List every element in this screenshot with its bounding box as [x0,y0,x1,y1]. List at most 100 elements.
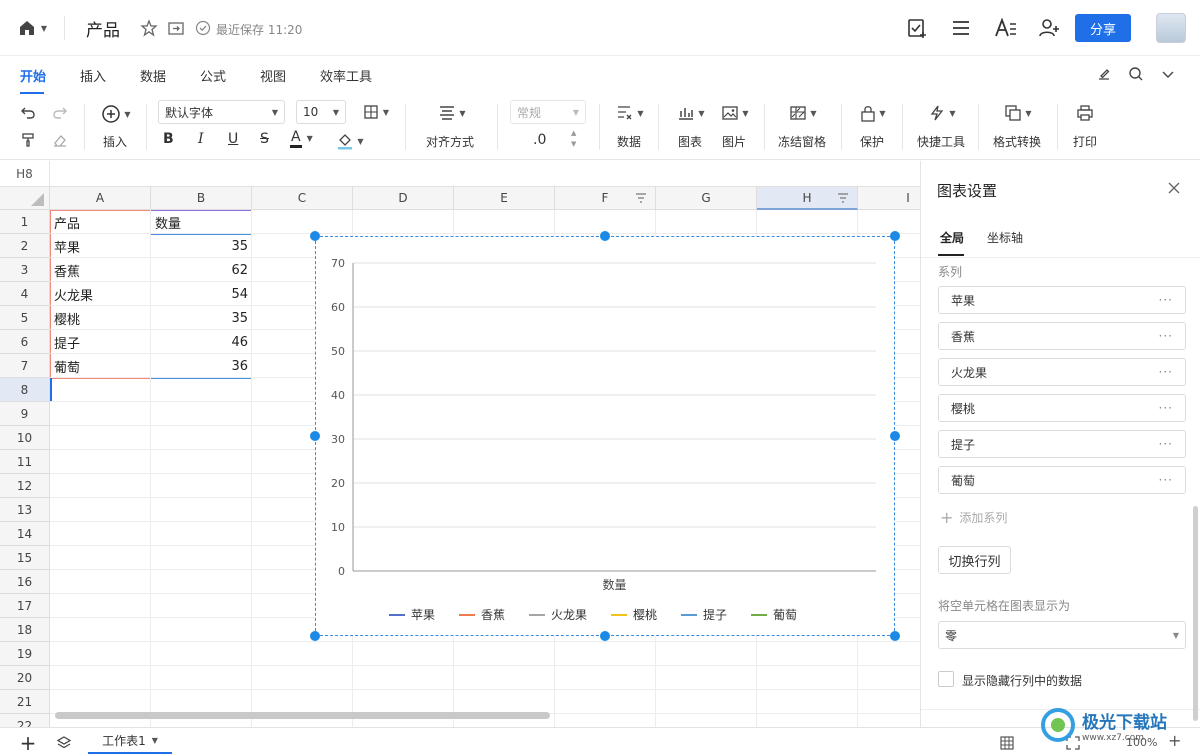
search-icon[interactable] [1126,64,1146,84]
strikethrough-button[interactable]: S [260,131,269,147]
add-collaborator-icon[interactable] [1036,16,1062,40]
row-header-12[interactable]: 12 [0,474,50,498]
series-item[interactable]: 樱桃 ··· [938,394,1186,422]
tab-global[interactable]: 全局 [940,229,964,246]
more-icon[interactable]: ··· [1159,437,1173,451]
format-convert-dropdown[interactable]: ▼ [1000,103,1036,123]
protect-dropdown[interactable]: ▼ [856,103,890,123]
column-header-h[interactable]: H [757,187,858,210]
font-family-select[interactable]: 默认字体 ▼ [158,100,285,124]
data-dropdown[interactable]: ▼ [614,103,646,123]
italic-button[interactable]: I [198,131,204,147]
select-all-corner[interactable] [0,187,50,210]
resize-handle-top[interactable] [600,231,610,241]
grid-view-icon[interactable] [998,735,1016,751]
cell-a5[interactable]: 樱桃 [50,306,151,330]
tab-efficiency-tools[interactable]: 效率工具 [320,66,372,85]
underline-button[interactable]: U [228,131,238,147]
row-header-16[interactable]: 16 [0,570,50,594]
resize-handle-top-right[interactable] [890,231,900,241]
row-header-10[interactable]: 10 [0,426,50,450]
resize-handle-bottom-right[interactable] [890,631,900,641]
column-filter-icon[interactable] [837,192,849,207]
row-header-8[interactable]: 8 [0,378,50,402]
row-header-7[interactable]: 7 [0,354,50,378]
row-header-6[interactable]: 6 [0,330,50,354]
panel-scrollbar[interactable] [1193,506,1198,721]
chart-container[interactable]: 0 10 20 30 40 50 60 70 数量 苹果 香蕉 火龙果 樱桃 提子 葡萄 [315,236,895,636]
redo-icon[interactable] [50,104,70,122]
empty-cells-select[interactable]: 零 ▼ [938,621,1186,649]
column-header-i[interactable]: I [858,187,920,210]
task-add-icon[interactable] [904,16,930,40]
eraser-icon[interactable] [50,131,70,149]
row-header-21[interactable]: 21 [0,690,50,714]
cell-b2[interactable]: 35 [151,234,252,258]
chart-dropdown[interactable]: ▼ [674,103,708,123]
switch-row-column-button[interactable]: 切换行列 [938,546,1011,574]
row-header-4[interactable]: 4 [0,282,50,306]
cell-b1[interactable]: 数量 [151,210,252,234]
resize-handle-left[interactable] [310,431,320,441]
collapse-chevron-icon[interactable] [1158,64,1178,84]
tab-formula[interactable]: 公式 [200,66,226,85]
avatar[interactable] [1156,13,1186,43]
show-hidden-checkbox[interactable] [938,671,954,687]
row-header-20[interactable]: 20 [0,666,50,690]
cell-a1[interactable]: 产品 [50,210,151,234]
more-icon[interactable]: ··· [1159,365,1173,379]
tab-axis[interactable]: 坐标轴 [987,229,1023,246]
share-button[interactable]: 分享 [1075,14,1131,42]
image-dropdown[interactable]: ▼ [718,103,752,123]
column-header-a[interactable]: A [50,187,151,210]
more-icon[interactable]: ··· [1159,401,1173,415]
resize-handle-top-left[interactable] [310,231,320,241]
sheet-layers-icon[interactable] [54,734,74,752]
font-size-select[interactable]: 10 ▼ [296,100,346,124]
row-header-17[interactable]: 17 [0,594,50,618]
star-icon[interactable] [139,18,159,38]
series-item[interactable]: 香蕉 ··· [938,322,1186,350]
formula-bar[interactable] [0,161,920,187]
series-item[interactable]: 火龙果 ··· [938,358,1186,386]
cell-a6[interactable]: 提子 [50,330,151,354]
doc-title[interactable]: 产品 [86,16,120,41]
cell-b3[interactable]: 62 [151,258,252,282]
freeze-dropdown[interactable]: ▼ [786,103,820,123]
row-header-2[interactable]: 2 [0,234,50,258]
add-series-button[interactable]: + 添加系列 [940,508,1007,527]
cell-a7[interactable]: 葡萄 [50,354,151,378]
decimal-stepper[interactable]: ▲ ▼ [571,128,576,150]
column-header-b[interactable]: B [151,187,252,210]
resize-handle-right[interactable] [890,431,900,441]
row-header-11[interactable]: 11 [0,450,50,474]
series-item[interactable]: 葡萄 ··· [938,466,1186,494]
close-icon[interactable] [1165,179,1183,197]
resize-handle-bottom[interactable] [600,631,610,641]
brush-icon[interactable] [1094,64,1114,84]
cell-a2[interactable]: 苹果 [50,234,151,258]
sheet-tab[interactable]: 工作表1 ▼ [88,728,172,754]
border-dropdown[interactable]: ▼ [358,102,394,122]
more-icon[interactable]: ··· [1159,473,1173,487]
menu-icon[interactable] [948,16,974,40]
cell-b4[interactable]: 54 [151,282,252,306]
quick-tools-dropdown[interactable]: ▼ [924,103,960,123]
horizontal-scrollbar[interactable] [55,712,550,719]
row-header-3[interactable]: 3 [0,258,50,282]
column-header-g[interactable]: G [656,187,757,210]
column-filter-icon[interactable] [635,192,647,207]
tab-data[interactable]: 数据 [140,66,166,85]
more-icon[interactable]: ··· [1159,329,1173,343]
format-painter-icon[interactable] [18,131,38,149]
row-header-19[interactable]: 19 [0,642,50,666]
tab-view[interactable]: 视图 [260,66,286,85]
more-icon[interactable]: ··· [1159,293,1173,307]
column-header-f[interactable]: F [555,187,656,210]
series-item[interactable]: 提子 ··· [938,430,1186,458]
row-header-14[interactable]: 14 [0,522,50,546]
column-header-d[interactable]: D [353,187,454,210]
font-color-dropdown[interactable]: A ▼ [290,129,322,151]
cell-reference[interactable]: H8 [0,161,50,186]
align-dropdown[interactable]: ▼ [434,103,470,123]
